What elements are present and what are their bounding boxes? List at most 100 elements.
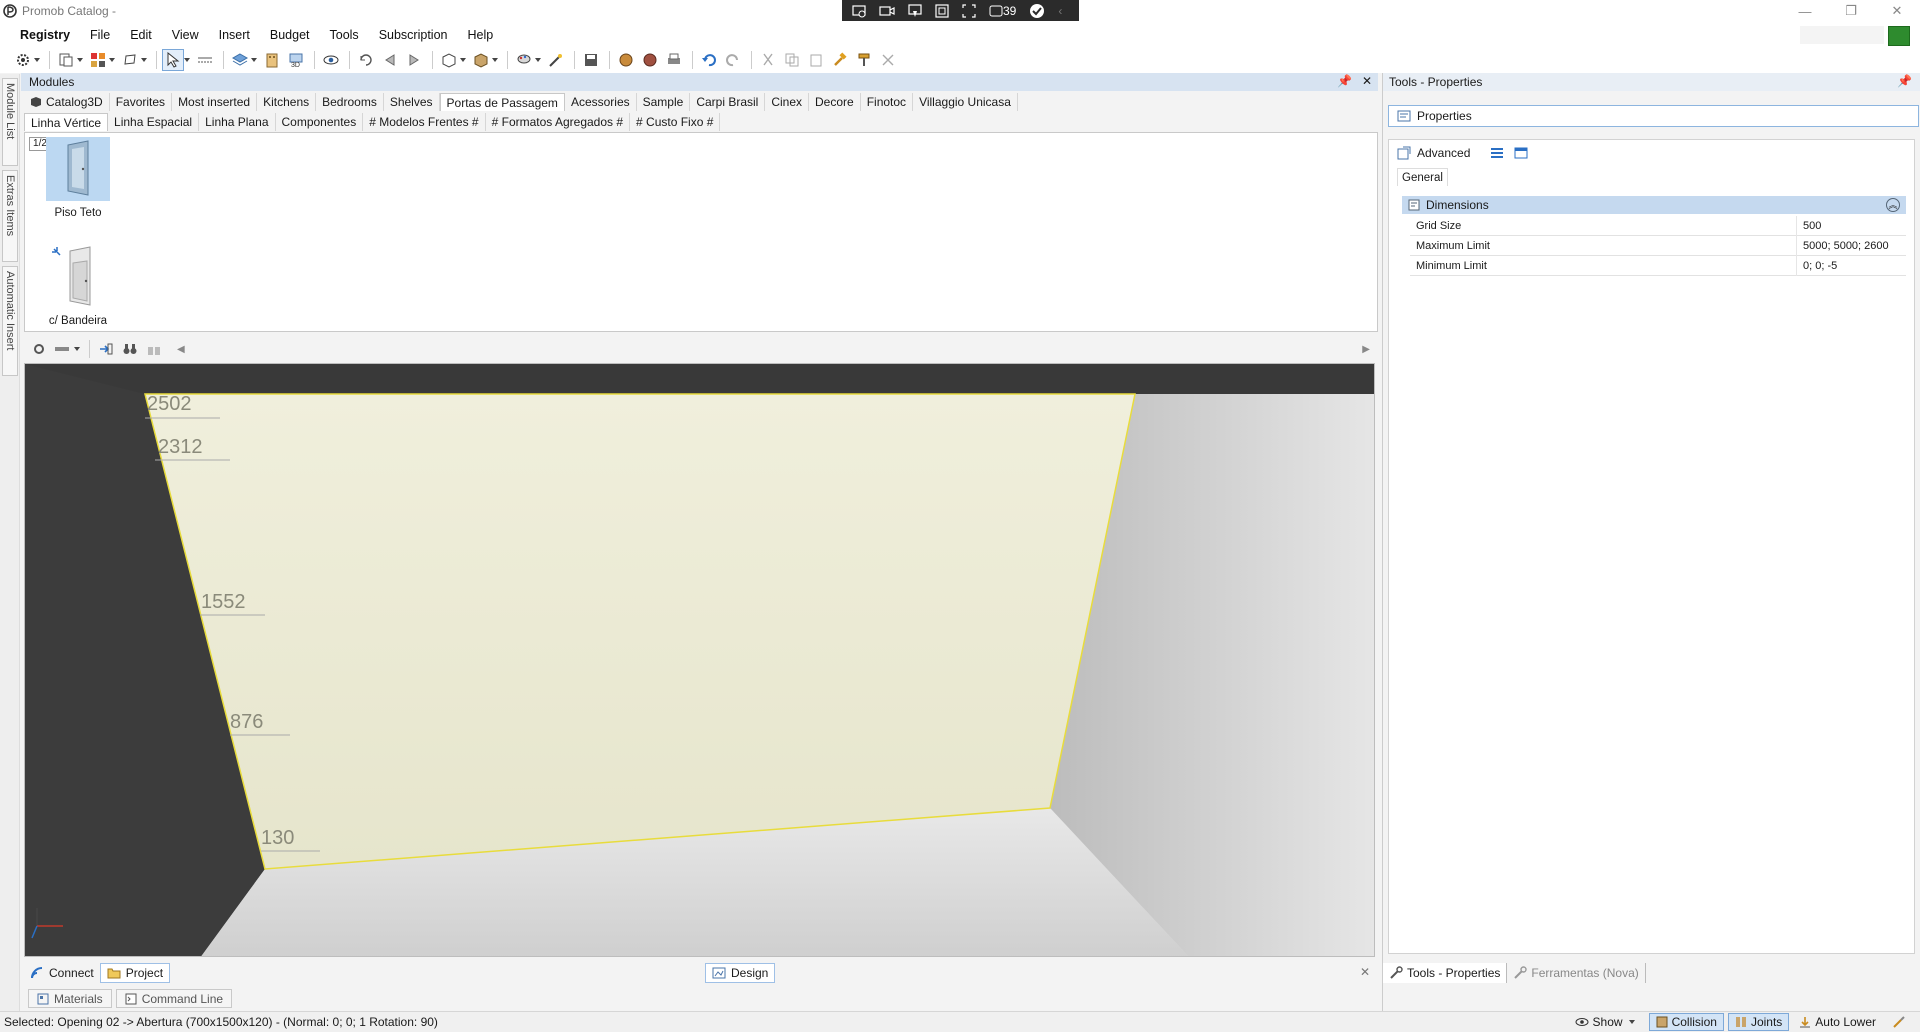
modules-close-icon[interactable]: ✕ [1362, 74, 1372, 88]
property-row-minimum-limit[interactable]: Minimum Limit 0; 0; -5 [1410, 255, 1906, 276]
menu-insert[interactable]: Insert [209, 28, 260, 42]
menu-budget[interactable]: Budget [260, 28, 320, 42]
list-view-icon[interactable] [1490, 146, 1504, 160]
dimensions-group-header[interactable]: Dimensions ︽ [1402, 196, 1906, 214]
rotate-icon[interactable] [355, 49, 377, 71]
tab-carpi-brasil[interactable]: Carpi Brasil [690, 93, 766, 111]
arrow-left-icon[interactable] [379, 49, 401, 71]
building-icon[interactable] [261, 49, 283, 71]
property-value[interactable]: 0; 0; -5 [1796, 255, 1837, 276]
insert-module-icon[interactable] [95, 338, 117, 360]
tab-connect[interactable]: Connect [24, 963, 100, 983]
capture-region-icon[interactable] [935, 3, 949, 18]
property-row-grid-size[interactable]: Grid Size 500 [1410, 215, 1906, 236]
tab-kitchens[interactable]: Kitchens [257, 93, 317, 111]
modules-grid-icon[interactable] [87, 49, 109, 71]
window-view-icon[interactable] [1514, 146, 1528, 160]
lasso-icon[interactable] [119, 49, 141, 71]
box-outline-icon[interactable] [438, 49, 460, 71]
restore-icon[interactable]: ❐ [1828, 0, 1874, 22]
layers-icon[interactable] [229, 49, 251, 71]
dimension-filter-icon[interactable] [52, 338, 74, 360]
select-pointer-icon[interactable] [162, 49, 184, 71]
tab-ferramentas-nova[interactable]: Ferramentas (Nova) [1507, 963, 1646, 983]
undo-icon[interactable] [698, 49, 720, 71]
properties-tab[interactable]: Properties [1388, 105, 1919, 127]
capture-fullscreen-icon[interactable] [962, 3, 976, 18]
magnet-toggle[interactable] [1886, 1013, 1912, 1031]
tab-linha-vertice[interactable]: Linha Vértice [24, 113, 109, 131]
tab-portas-de-passagem[interactable]: Portas de Passagem [439, 93, 565, 111]
copy-icon[interactable] [781, 49, 803, 71]
user-area[interactable] [1800, 26, 1884, 44]
hammer-icon[interactable] [829, 49, 851, 71]
tab-bedrooms[interactable]: Bedrooms [316, 93, 384, 111]
properties-pin-icon[interactable]: 📌 [1897, 74, 1912, 88]
capture-window-icon[interactable] [908, 3, 922, 18]
tab-decore[interactable]: Decore [809, 93, 861, 111]
side-tab-module-list[interactable]: Module List [2, 78, 18, 166]
tab-materials[interactable]: Materials [28, 989, 112, 1008]
settings-gear-icon[interactable] [12, 49, 34, 71]
property-value[interactable]: 5000; 5000; 2600 [1796, 235, 1889, 256]
binoculars-icon[interactable] [119, 338, 141, 360]
scroll-left-icon[interactable]: ◀ [177, 344, 185, 355]
tab-sample[interactable]: Sample [636, 93, 691, 111]
tab-componentes[interactable]: Componentes [275, 113, 364, 131]
menu-file[interactable]: File [80, 28, 120, 42]
module-item-c-bandeira[interactable]: c/ Bandeira [35, 245, 121, 327]
measure-icon[interactable] [194, 49, 216, 71]
tab-shelves[interactable]: Shelves [383, 93, 440, 111]
property-value[interactable]: 500 [1796, 215, 1821, 236]
side-tab-automatic-insert[interactable]: Automatic Insert [2, 266, 18, 376]
tab-catalog3d[interactable]: Catalog3D [24, 93, 110, 111]
menu-help[interactable]: Help [457, 28, 503, 42]
tab-tools-properties[interactable]: Tools - Properties [1383, 963, 1508, 983]
menu-registry[interactable]: Registry [10, 28, 80, 42]
delete-icon[interactable] [877, 49, 899, 71]
tab-custo-fixo[interactable]: # Custo Fixo # [630, 113, 721, 131]
filter-settings-icon[interactable] [28, 338, 50, 360]
3d-viewport[interactable]: 2502 2312 1552 876 130 [24, 363, 1375, 957]
cut-icon[interactable] [757, 49, 779, 71]
tab-linha-espacial[interactable]: Linha Espacial [108, 113, 200, 131]
tab-cinex[interactable]: Cinex [765, 93, 810, 111]
arrow-right-icon[interactable] [403, 49, 425, 71]
tab-favorites[interactable]: Favorites [109, 93, 173, 111]
tab-villaggio-unicasa[interactable]: Villaggio Unicasa [913, 93, 1018, 111]
close-icon[interactable]: ✕ [1874, 0, 1920, 22]
video-camera-icon[interactable] [879, 4, 895, 18]
tab-general[interactable]: General [1397, 168, 1448, 186]
3d-view-icon[interactable]: 3D [285, 49, 307, 71]
tab-acessories[interactable]: Acessories [564, 93, 637, 111]
format-paint-icon[interactable] [853, 49, 875, 71]
show-toggle[interactable]: Show [1569, 1013, 1645, 1031]
account-badge[interactable] [1888, 26, 1910, 46]
selected-wall-opening[interactable] [144, 393, 1136, 870]
render-settings-icon[interactable] [639, 49, 661, 71]
menu-view[interactable]: View [162, 28, 209, 42]
pin-icon[interactable]: 📌 [1337, 74, 1352, 88]
new-document-icon[interactable] [55, 49, 77, 71]
tab-formatos-agregados[interactable]: # Formatos Agregados # [485, 113, 631, 131]
save-icon[interactable] [580, 49, 602, 71]
tab-design[interactable]: Design [705, 963, 776, 983]
module-item-piso-teto[interactable]: Piso Teto [35, 137, 121, 219]
scroll-right-icon[interactable]: ▶ [1362, 344, 1370, 355]
collapse-chevron-icon[interactable]: ︽ [1886, 198, 1900, 212]
menu-edit[interactable]: Edit [120, 28, 162, 42]
menu-subscription[interactable]: Subscription [369, 28, 458, 42]
collapse-arrow-icon[interactable]: ‹ [1058, 4, 1062, 18]
tab-most-inserted[interactable]: Most inserted [172, 93, 258, 111]
side-tab-extras-items[interactable]: Extras Items [2, 170, 18, 262]
print-icon[interactable] [663, 49, 685, 71]
eye-icon[interactable] [320, 49, 342, 71]
menu-tools[interactable]: Tools [320, 28, 369, 42]
capture-settings-icon[interactable] [852, 4, 866, 18]
auto-lower-toggle[interactable]: Auto Lower [1793, 1013, 1882, 1031]
3d-scene[interactable] [25, 364, 1375, 957]
tab-finotoc[interactable]: Finotoc [860, 93, 914, 111]
tab-command-line[interactable]: Command Line [115, 989, 233, 1008]
tab-linha-plana[interactable]: Linha Plana [199, 113, 276, 131]
check-icon[interactable] [1029, 3, 1045, 19]
